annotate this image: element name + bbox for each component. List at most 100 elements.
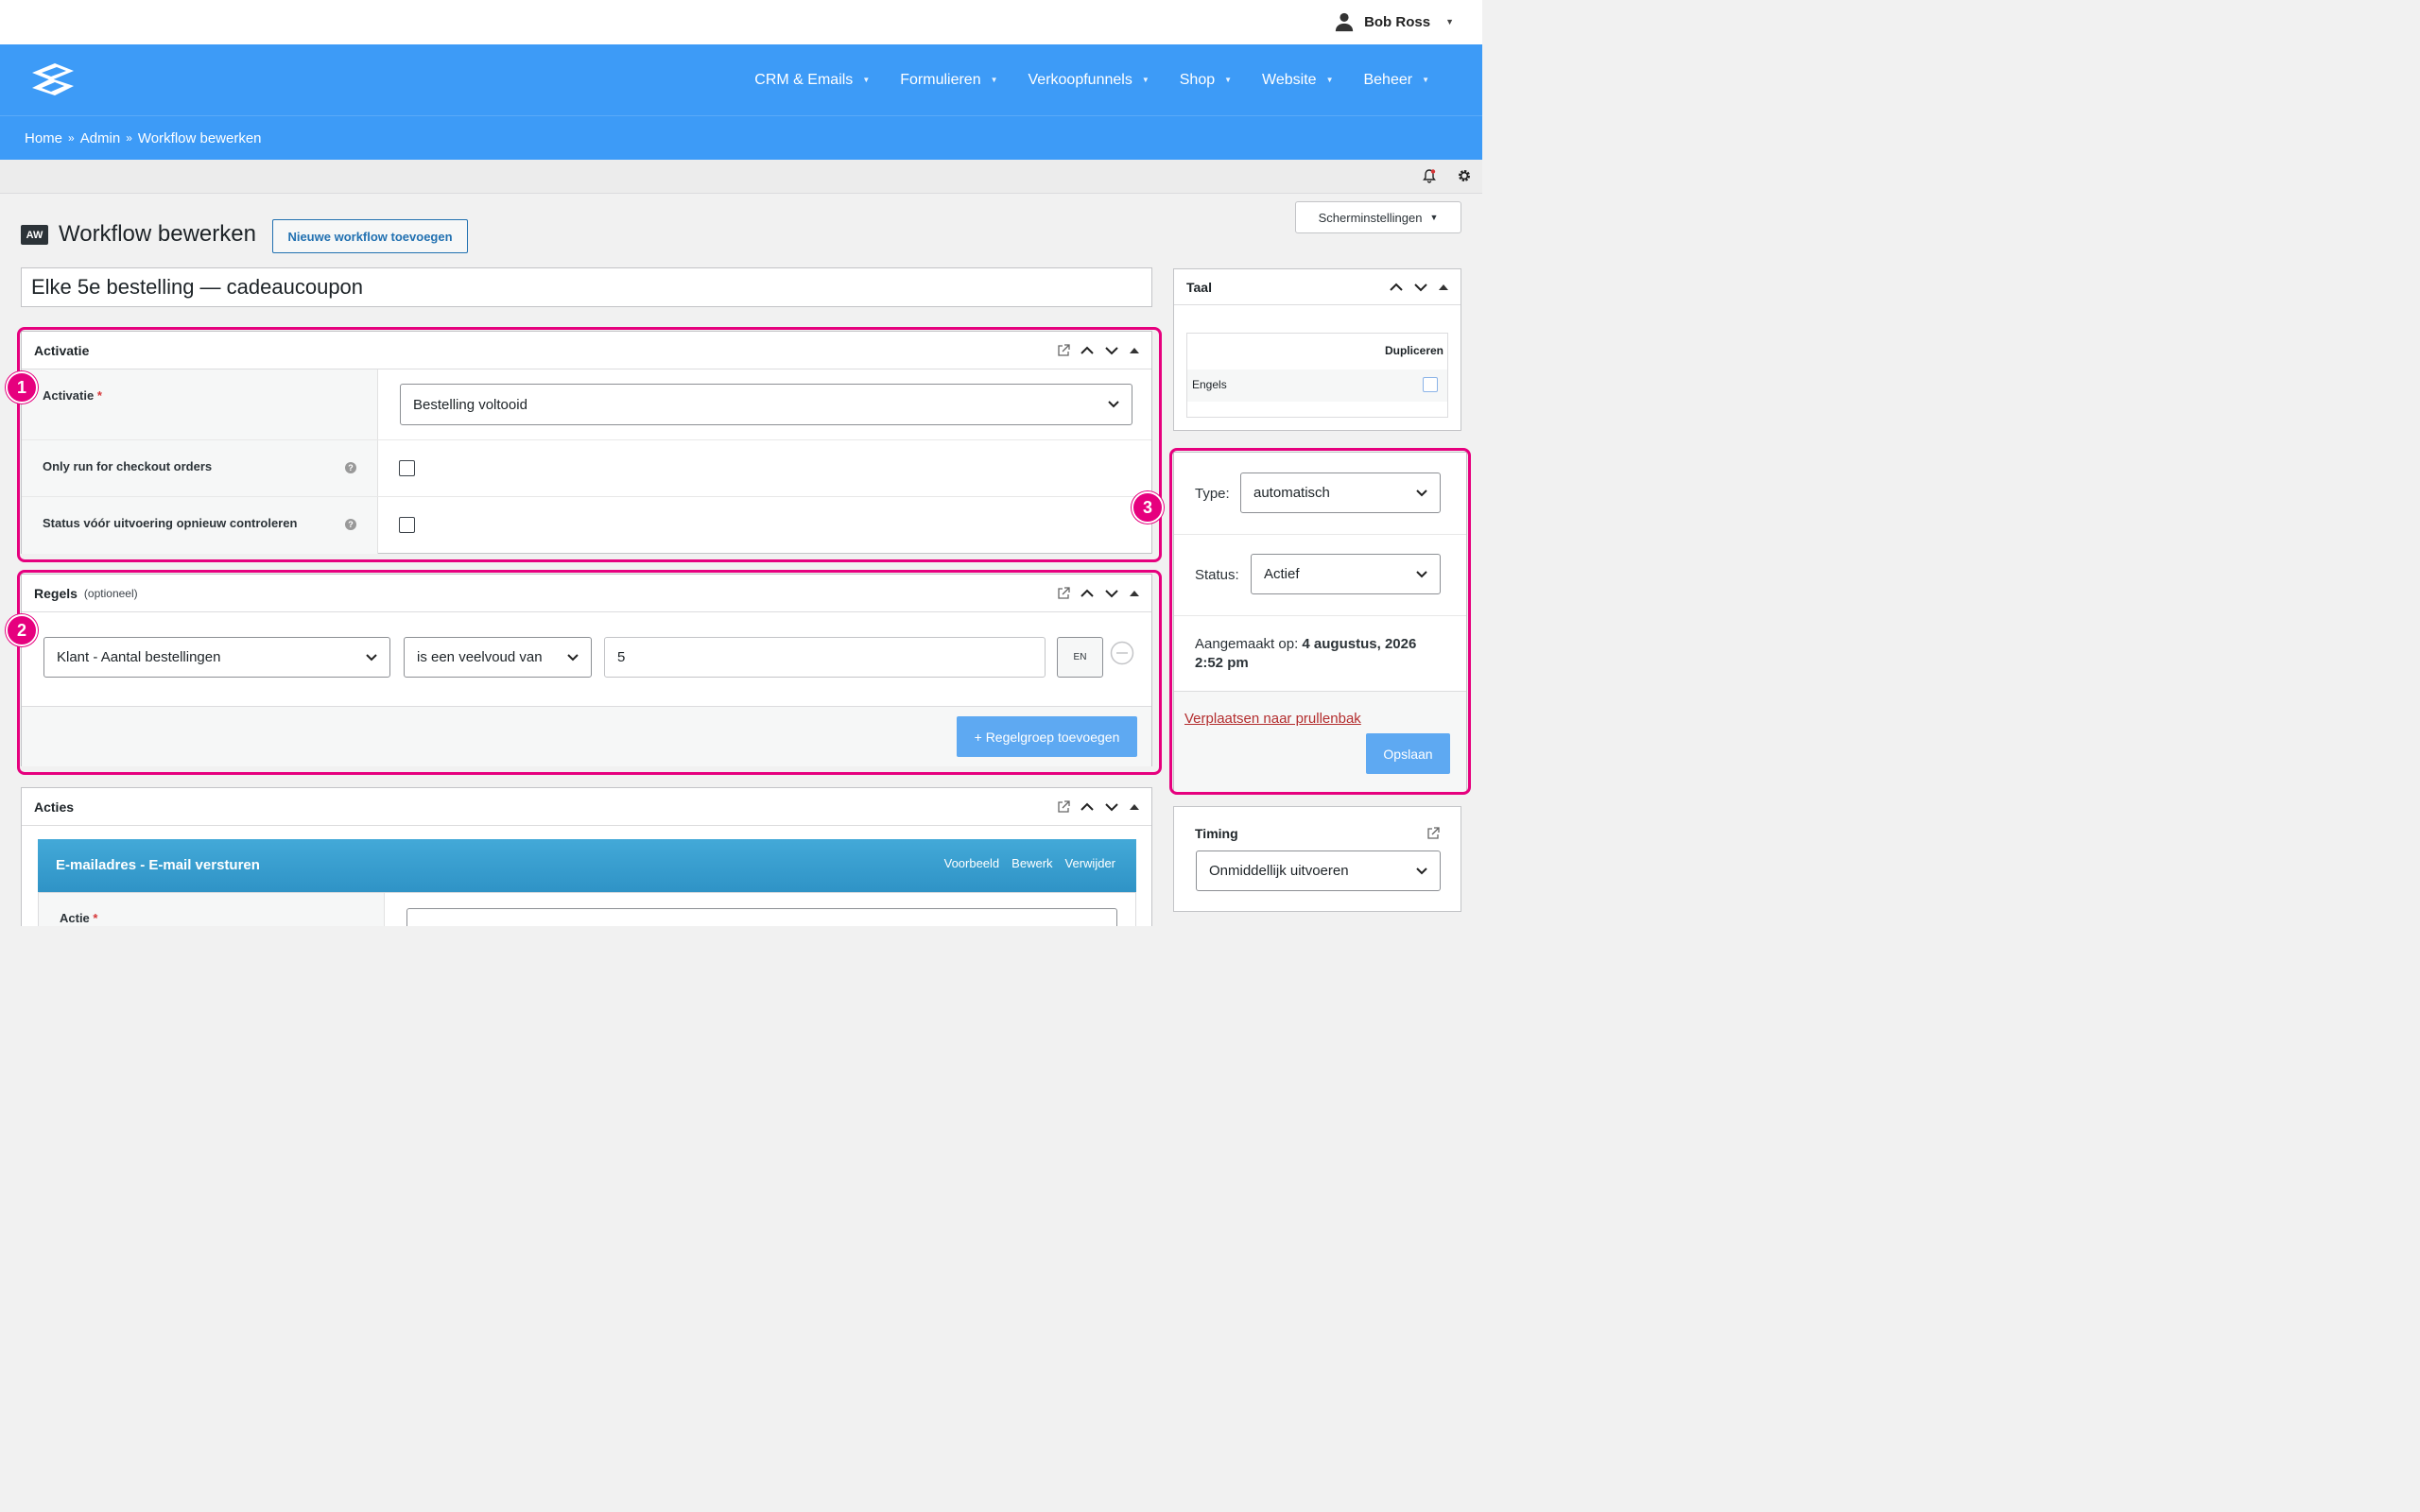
collapse-triangle-icon[interactable]: [1129, 345, 1140, 356]
preview-link[interactable]: Voorbeeld: [944, 856, 1000, 870]
action-links: Voorbeeld Bewerk Verwijder: [944, 856, 1115, 870]
chevron-down-icon[interactable]: [1104, 343, 1119, 358]
nav-item-verkoopfunnels[interactable]: Verkoopfunnels ▼: [1013, 72, 1165, 89]
page-title: Workflow bewerken: [59, 221, 256, 247]
action-header[interactable]: E-mailadres - E-mail versturen Voorbeeld…: [38, 839, 1136, 892]
caret-down-icon: ▼: [1422, 76, 1429, 84]
rule-value-input[interactable]: 5: [604, 637, 1046, 678]
external-link-icon[interactable]: [1057, 587, 1070, 600]
caret-down-icon: ▼: [990, 76, 998, 84]
collapse-triangle-icon[interactable]: [1129, 801, 1140, 813]
checkout-only-checkbox[interactable]: [399, 460, 415, 476]
caret-down-icon: ▼: [1141, 76, 1150, 84]
collapse-triangle-icon[interactable]: [1438, 282, 1449, 293]
help-icon[interactable]: ?: [345, 462, 356, 473]
remove-rule-icon[interactable]: [1110, 641, 1134, 665]
user-icon: [1335, 12, 1354, 32]
panel-controls: [1057, 799, 1140, 815]
panel-title: Regels: [34, 585, 78, 601]
caret-down-icon: ▼: [862, 76, 871, 84]
label-column: Status vóór uitvoering opnieuw controler…: [22, 497, 378, 554]
delete-link[interactable]: Verwijder: [1065, 856, 1115, 870]
type-label: Type:: [1195, 486, 1230, 502]
action-title: E-mailadres - E-mail versturen: [56, 857, 260, 873]
activation-row: Activatie * Bestelling voltooid: [22, 369, 1151, 440]
step-marker-2: 2: [6, 614, 38, 646]
action-fields: Actie *: [38, 892, 1136, 926]
trigger-value: Bestelling voltooid: [413, 396, 527, 413]
rule-operator-select[interactable]: is een veelvoud van: [404, 637, 592, 678]
main-nav: CRM & Emails ▼ Formulieren ▼ Verkoopfunnel…: [0, 44, 1482, 115]
chevron-down-icon[interactable]: [1104, 799, 1119, 815]
help-icon[interactable]: ?: [345, 519, 356, 530]
chevron-down-icon: [1416, 570, 1427, 577]
created-date: Aangemaakt op: 4 augustus, 2026 2:52 pm: [1195, 635, 1450, 673]
rule-operator-value: is een veelvoud van: [417, 649, 543, 665]
breadcrumb-home[interactable]: Home: [25, 130, 62, 146]
app-root: Bob Ross ▼ CRM & Emails ▼ Formulieren ▼ Ve…: [0, 0, 1482, 926]
trash-link[interactable]: Verplaatsen naar prullenbak: [1184, 711, 1361, 727]
screen-options-button[interactable]: Scherminstellingen ▼: [1295, 201, 1461, 233]
checkout-label: Only run for checkout orders: [43, 459, 213, 473]
language-row: Engels: [1187, 369, 1447, 402]
panel-title: Activatie: [34, 342, 90, 358]
nav-item-shop[interactable]: Shop ▼: [1165, 72, 1247, 89]
chevron-up-icon[interactable]: [1080, 799, 1095, 815]
created-time: 2:52 pm: [1195, 655, 1249, 671]
created-value: 4 augustus, 2026: [1302, 636, 1417, 652]
panel-header: Taal: [1174, 269, 1461, 305]
rule-field-select[interactable]: Klant - Aantal bestellingen: [43, 637, 390, 678]
timing-select[interactable]: Onmiddellijk uitvoeren: [1196, 850, 1441, 891]
chevron-down-icon[interactable]: [1104, 586, 1119, 601]
panel-title: Acties: [34, 799, 75, 815]
type-select[interactable]: automatisch: [1240, 472, 1441, 513]
trigger-select[interactable]: Bestelling voltooid: [400, 384, 1132, 425]
actions-panel: Acties E-mailadres - E-mail versturen Vo…: [21, 787, 1152, 926]
user-menu[interactable]: Bob Ross ▼: [1334, 11, 1454, 32]
step-marker-3: 3: [1132, 491, 1164, 524]
panel-header: Acties: [22, 788, 1151, 826]
gear-icon[interactable]: [1457, 168, 1472, 183]
nav-item-website[interactable]: Website ▼: [1247, 72, 1348, 89]
divider: [1174, 534, 1466, 535]
user-name: Bob Ross: [1364, 13, 1431, 30]
external-link-icon[interactable]: [1057, 800, 1070, 814]
chevron-up-icon[interactable]: [1080, 586, 1095, 601]
save-button[interactable]: Opslaan: [1366, 733, 1450, 774]
external-link-icon[interactable]: [1057, 344, 1070, 357]
user-bar: Bob Ross ▼: [0, 0, 1482, 44]
add-workflow-button[interactable]: Nieuwe workflow toevoegen: [272, 219, 468, 253]
timing-value: Onmiddellijk uitvoeren: [1209, 863, 1349, 879]
publish-footer: Verplaatsen naar prullenbak Opslaan: [1174, 691, 1466, 792]
bell-icon[interactable]: [1422, 168, 1437, 183]
language-name: Engels: [1192, 378, 1227, 391]
rules-footer: + Regelgroep toevoegen: [22, 706, 1151, 766]
action-select[interactable]: [406, 908, 1117, 926]
action-label: Actie *: [60, 911, 98, 925]
caret-down-icon: ▼: [1224, 76, 1233, 84]
nav-item-formulieren[interactable]: Formulieren ▼: [885, 72, 1012, 89]
external-link-icon[interactable]: [1426, 827, 1440, 840]
nav-item-beheer[interactable]: Beheer ▼: [1348, 72, 1444, 89]
chevron-up-icon[interactable]: [1080, 343, 1095, 358]
duplicate-checkbox[interactable]: [1423, 377, 1438, 392]
edit-link[interactable]: Bewerk: [1011, 856, 1052, 870]
duplicate-header: Dupliceren: [1384, 344, 1443, 357]
chevron-up-icon[interactable]: [1389, 280, 1404, 295]
chevron-down-icon: [1416, 489, 1427, 496]
breadcrumb-admin[interactable]: Admin: [80, 130, 121, 146]
logo-icon[interactable]: [26, 60, 79, 99]
chevron-down-icon: [567, 653, 579, 661]
workflow-title-input[interactable]: Elke 5e bestelling — cadeaucoupon: [21, 267, 1152, 307]
add-rule-group-button[interactable]: + Regelgroep toevoegen: [957, 716, 1137, 757]
chevron-down-icon[interactable]: [1413, 280, 1428, 295]
divider: [1174, 615, 1466, 616]
publish-panel: Type: automatisch Status: Actief Aangema…: [1173, 452, 1467, 792]
caret-down-icon: ▼: [1325, 76, 1334, 84]
recheck-status-checkbox[interactable]: [399, 517, 415, 533]
caret-down-icon: ▼: [1429, 213, 1439, 222]
nav-item-crm[interactable]: CRM & Emails ▼: [739, 72, 885, 89]
collapse-triangle-icon[interactable]: [1129, 588, 1140, 599]
and-button[interactable]: EN: [1057, 637, 1103, 678]
status-select[interactable]: Actief: [1251, 554, 1441, 594]
